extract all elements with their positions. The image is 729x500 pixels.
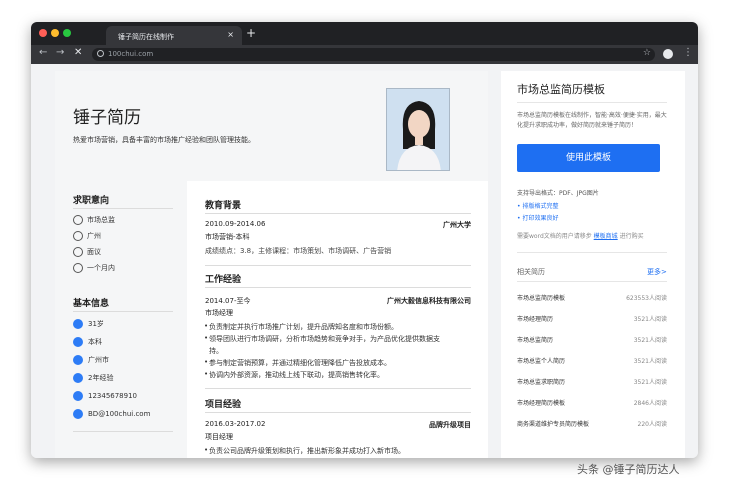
phone-icon (73, 391, 83, 401)
basic-item: 本科 (73, 337, 102, 347)
back-icon[interactable]: ← (39, 47, 47, 58)
minimize-window-button[interactable] (51, 29, 59, 37)
resume-header: 锤子简历 热爱市场营销，具备丰富的市场推广经验和团队管理技能。 (55, 71, 488, 181)
city-icon (73, 355, 83, 365)
related-item[interactable]: 市场总监简历模板 623553人阅读 (517, 293, 667, 302)
project-name: 品牌升级项目 (429, 421, 471, 429)
education-detail: 成绩绩点：3.8，主修课程：市场策划、市场调研、广告营销 (205, 247, 392, 255)
basic-info-title: 基本信息 (73, 299, 110, 309)
divider (517, 281, 667, 282)
work-bullet-continuation: 持。 (209, 347, 223, 355)
close-window-button[interactable] (39, 29, 47, 37)
education-school: 广州大学 (443, 221, 471, 229)
clock-icon (73, 263, 83, 273)
template-sidebar: 市场总监简历模板 市场总监简历模板在线制作，智能·高效·便捷·实用，最大化提升求… (501, 71, 685, 458)
search-icon (97, 50, 104, 57)
watermark: 头条 @锤子简历达人 (577, 463, 680, 476)
url-text: 100chui.com (108, 50, 154, 58)
experience-icon (73, 373, 83, 383)
divider (205, 287, 471, 288)
location-icon (73, 231, 83, 241)
intent-item: 广州 (73, 231, 101, 241)
bookmark-star-icon[interactable]: ☆ (643, 48, 651, 58)
divider (205, 388, 471, 389)
position-icon (73, 215, 83, 225)
work-role: 市场经理 (205, 309, 233, 317)
feature-layout: • 排版格式完整 (517, 203, 559, 210)
project-role: 项目经理 (205, 433, 233, 441)
browser-toolbar: ← → ✕ 100chui.com ☆ ⋮ (31, 45, 698, 64)
project-bullet: 负责公司品牌升级策划和执行，推出新形象并成功打入新市场。 (204, 446, 405, 456)
stop-loading-icon[interactable]: ✕ (74, 47, 82, 58)
related-item[interactable]: 商务渠道维护专员简历模板 220人阅读 (517, 419, 667, 428)
age-icon (73, 319, 83, 329)
work-bullet: 协调内外部资源，推动线上线下联动，提高销售转化率。 (204, 370, 384, 380)
basic-item: BD@100chui.com (73, 409, 150, 419)
resume-preview: 锤子简历 热爱市场营销，具备丰富的市场推广经验和团队管理技能。 求职意向 市场总… (55, 71, 488, 458)
feature-print: • 打印效果良好 (517, 215, 559, 222)
project-title: 项目经验 (205, 400, 242, 410)
work-company: 广州大毅信息科技有限公司 (387, 297, 471, 305)
basic-item: 12345678910 (73, 391, 137, 401)
education-date: 2010.09-2014.06 (205, 220, 266, 228)
related-item[interactable]: 市场经理简历 3521人阅读 (517, 314, 667, 323)
work-date: 2014.07-至今 (205, 297, 251, 305)
divider (205, 412, 471, 413)
account-icon[interactable] (663, 49, 673, 59)
browser-window: 锤子简历在线制作 × + ← → ✕ 100chui.com ☆ ⋮ 锤子简历 … (31, 22, 698, 458)
tab-close-icon[interactable]: × (227, 30, 234, 39)
related-item[interactable]: 市场经理简历模板 2846人阅读 (517, 398, 667, 407)
work-bullet: 负责制定并执行市场推广计划，提升品牌知名度和市场份额。 (204, 322, 398, 332)
divider (73, 311, 173, 312)
education-major: 市场营销-本科 (205, 233, 250, 241)
template-mall-link[interactable]: 模板商城 (594, 233, 618, 240)
work-title: 工作经验 (205, 275, 242, 285)
education-title: 教育背景 (205, 201, 242, 211)
intent-item: 面议 (73, 247, 101, 257)
work-bullet: 领导团队进行市场调研，分析市场趋势和竞争对手，为产品优化提供数据支 (204, 334, 440, 344)
divider (73, 208, 173, 209)
divider (517, 252, 667, 253)
template-title: 市场总监简历模板 (517, 83, 605, 96)
more-link[interactable]: 更多> (647, 267, 667, 277)
work-bullet: 参与制定营销预算，并通过精细化管理降低广告投放成本。 (204, 358, 391, 368)
basic-item: 31岁 (73, 319, 104, 329)
browser-tab[interactable]: 锤子简历在线制作 × (106, 26, 242, 45)
basic-item: 广州市 (73, 355, 109, 365)
divider (205, 265, 471, 266)
divider (517, 102, 667, 103)
email-icon (73, 409, 83, 419)
profile-photo (386, 88, 450, 171)
maximize-window-button[interactable] (63, 29, 71, 37)
intent-item: 一个月内 (73, 263, 115, 273)
template-description: 市场总监简历模板在线制作，智能·高效·便捷·实用，最大化提升求职成功率，做好简历… (517, 112, 667, 129)
address-bar[interactable]: 100chui.com ☆ (92, 48, 655, 61)
intent-item: 市场总监 (73, 215, 115, 225)
related-item[interactable]: 市场总监求职简历 3521人阅读 (517, 377, 667, 386)
resume-name: 锤子简历 (73, 108, 141, 128)
resume-tagline: 热爱市场营销，具备丰富的市场推广经验和团队管理技能。 (73, 136, 255, 144)
browser-menu-icon[interactable]: ⋮ (683, 47, 693, 58)
tab-title: 锤子简历在线制作 (118, 33, 174, 41)
export-formats: 支持导出格式：PDF、JPG图片 (517, 190, 599, 197)
salary-icon (73, 247, 83, 257)
basic-item: 2年经验 (73, 373, 113, 383)
tab-bar: 锤子简历在线制作 × + (31, 22, 698, 45)
related-item[interactable]: 市场总监简历 3521人阅读 (517, 335, 667, 344)
forward-icon[interactable]: → (56, 47, 64, 58)
resume-left-column: 求职意向 市场总监 广州 面议 一个月内 基本信息 31岁 本科 广州市 2年经… (55, 181, 187, 458)
project-date: 2016.03-2017.02 (205, 420, 266, 428)
use-template-button[interactable]: 使用此模板 (517, 144, 660, 172)
intent-title: 求职意向 (73, 196, 110, 206)
new-tab-button[interactable]: + (246, 26, 256, 40)
divider (205, 213, 471, 214)
page-content: 锤子简历 热爱市场营销，具备丰富的市场推广经验和团队管理技能。 求职意向 市场总… (31, 64, 698, 458)
word-note: 需要word文档的用户请移步 模板商城 进行购买 (517, 233, 644, 240)
education-icon (73, 337, 83, 347)
related-title: 相关简历 (517, 268, 545, 276)
related-item[interactable]: 市场总监个人简历 3521人阅读 (517, 356, 667, 365)
divider (73, 431, 173, 432)
